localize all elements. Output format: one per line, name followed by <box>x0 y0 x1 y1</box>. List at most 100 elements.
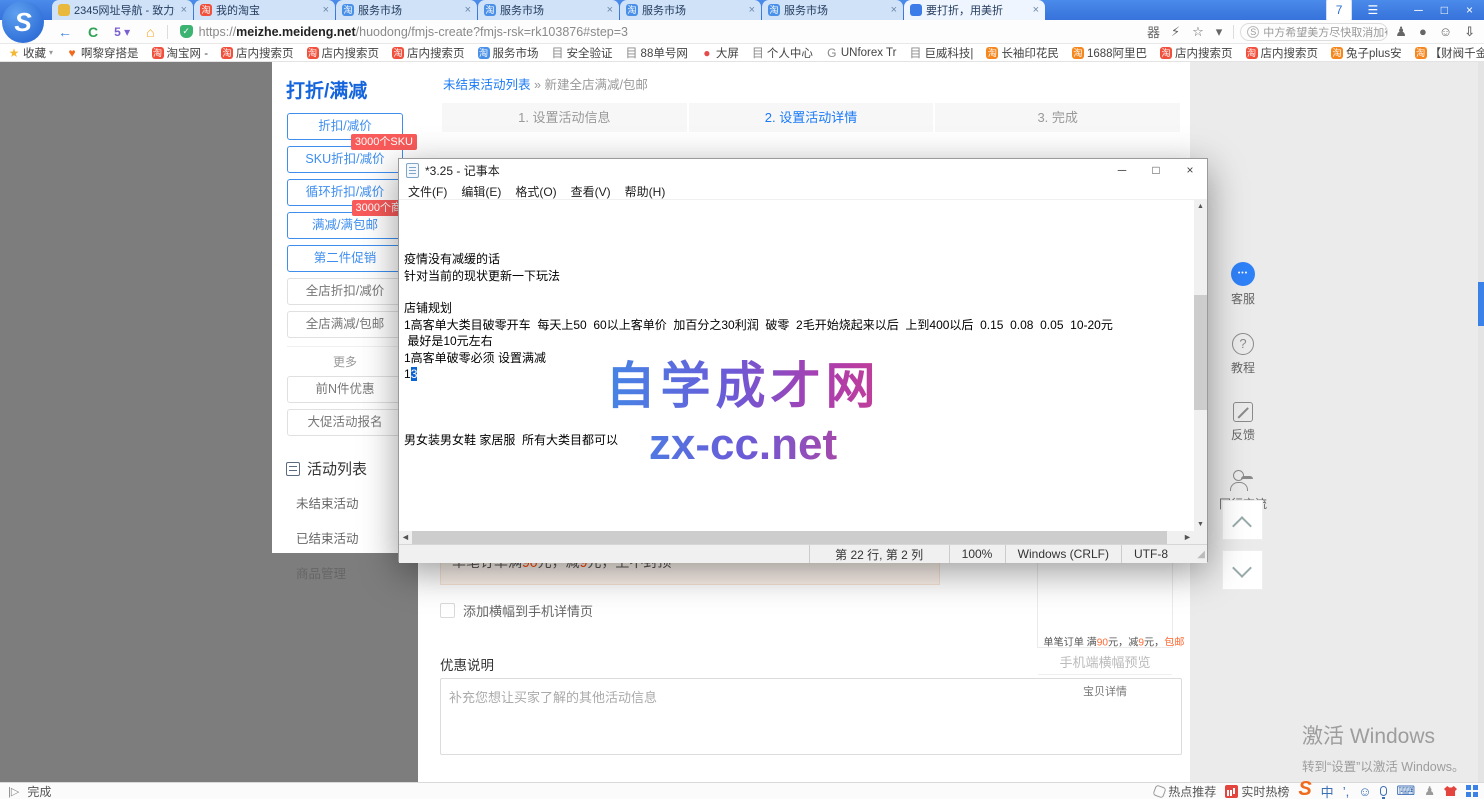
tab-close-icon[interactable]: × <box>179 4 187 16</box>
sidebar-more-link[interactable]: 更多 <box>287 346 403 370</box>
tab-count-badge[interactable]: 7 <box>1326 0 1353 21</box>
bookmark-item[interactable]: GUNforex Tr <box>826 47 897 59</box>
sidebar-button-全店满减/包邮[interactable]: 全店满减/包邮 <box>287 311 403 338</box>
notepad-maximize-button[interactable]: □ <box>1139 159 1173 181</box>
bookmark-item[interactable]: 淘店内搜索页 <box>1160 45 1233 61</box>
feedback-smiley-icon[interactable]: ☺ <box>1434 24 1457 39</box>
undo-icon[interactable]: 5 ▾ <box>106 25 138 39</box>
notepad-horizontal-scrollbar[interactable]: ◄ ► <box>399 531 1207 544</box>
hscroll-thumb[interactable] <box>412 531 1167 544</box>
notepad-titlebar[interactable]: *3.25 - 记事本 ─ □ × <box>399 159 1207 181</box>
scroll-up-button[interactable] <box>1222 500 1263 540</box>
breadcrumb-link[interactable]: 未结束活动列表 <box>443 78 531 92</box>
notepad-menu-编辑(E)[interactable]: 编辑(E) <box>454 181 508 199</box>
bookmark-item[interactable]: ★收藏▾ <box>8 45 53 61</box>
tab-close-icon[interactable]: × <box>889 4 897 16</box>
browser-tab[interactable]: 淘服务市场× <box>762 0 903 20</box>
scrollbar-thumb[interactable] <box>1478 282 1484 326</box>
browser-tab[interactable]: 2345网址导航 - 致力于× <box>52 0 193 20</box>
browser-logo-icon[interactable]: S <box>2 1 44 43</box>
tab-close-icon[interactable]: × <box>321 4 329 16</box>
bookmark-item[interactable]: 目安全验证 <box>552 45 613 61</box>
tab-close-icon[interactable]: × <box>605 4 613 16</box>
accelerator-icon[interactable]: ⚡ <box>1166 24 1185 40</box>
security-shield-icon[interactable]: ✓ <box>180 25 193 38</box>
close-button[interactable]: × <box>1457 0 1482 20</box>
download-icon[interactable]: ⇩ <box>1459 24 1480 40</box>
resize-grip-icon[interactable]: ◢ <box>1191 549 1207 560</box>
bookmark-item[interactable]: 淘兔子plus安 <box>1331 45 1402 61</box>
bookmark-item[interactable]: 淘长袖印花民 <box>986 45 1059 61</box>
tab-close-icon[interactable]: × <box>1031 4 1039 16</box>
refresh-icon[interactable]: C <box>80 24 106 40</box>
search-input[interactable]: S 中方希望美方尽快取消加征关 <box>1240 23 1388 41</box>
browser-tab[interactable]: 要打折，用美折× <box>904 0 1045 20</box>
ime-punctuation-icon[interactable]: ’, <box>1343 784 1350 799</box>
ime-emoji-icon[interactable]: ☺ <box>1358 784 1371 799</box>
scroll-left-arrow-icon[interactable]: ◄ <box>399 531 412 544</box>
browser-tab[interactable]: 淘服务市场× <box>478 0 619 20</box>
browser-menu-icon[interactable]: ☰ <box>1358 0 1387 20</box>
bookmark-item[interactable]: 淘店内搜索页 <box>307 45 380 61</box>
add-banner-checkbox[interactable] <box>440 603 455 618</box>
dropdown-caret-icon[interactable]: ▾ <box>1211 24 1228 40</box>
bookmark-item[interactable]: 淘店内搜索页 <box>392 45 465 61</box>
bookmark-item[interactable]: ♥啊黎穿搭是 <box>66 45 139 61</box>
notepad-vertical-scrollbar[interactable]: ▲ ▼ <box>1194 200 1207 531</box>
bookmark-item[interactable]: 淘1688阿里巴 <box>1072 45 1147 61</box>
sidebar-button-全店折扣/减价[interactable]: 全店折扣/减价 <box>287 278 403 305</box>
bookmark-item[interactable]: 淘店内搜索页 <box>1246 45 1319 61</box>
ime-account-icon[interactable]: ♟ <box>1424 784 1435 798</box>
sidebar-button-大促活动报名[interactable]: 大促活动报名 <box>287 409 403 436</box>
notepad-menu-帮助(H)[interactable]: 帮助(H) <box>618 181 673 199</box>
account-icon[interactable]: ♟ <box>1390 24 1412 40</box>
ime-microphone-icon[interactable] <box>1380 786 1387 796</box>
bookmark-item[interactable]: 目个人中心 <box>752 45 813 61</box>
vscroll-thumb[interactable] <box>1194 295 1207 410</box>
sidebar-button-SKU折扣/减价[interactable]: SKU折扣/减价 <box>287 146 403 173</box>
toolbar-item-反馈[interactable]: 反馈 <box>1216 402 1270 443</box>
toolbar-item-客服[interactable]: 客服 <box>1216 262 1270 307</box>
minimize-button[interactable]: ─ <box>1405 0 1432 20</box>
qr-apps-icon[interactable]: 器 <box>1142 22 1164 41</box>
page-scrollbar[interactable] <box>1478 62 1484 782</box>
ime-chinese-mode-icon[interactable]: 中 <box>1321 782 1334 799</box>
bookmark-item[interactable]: 淘【财阀千金 <box>1415 45 1484 61</box>
bookmark-item[interactable]: 淘店内搜索页 <box>221 45 294 61</box>
sidebar-button-满减/满包邮[interactable]: 满减/满包邮 <box>287 212 403 239</box>
bookmark-item[interactable]: 淘服务市场 <box>478 45 539 61</box>
browser-tab[interactable]: 淘服务市场× <box>620 0 761 20</box>
ime-toolbox-icon[interactable] <box>1466 785 1478 797</box>
notepad-menu-文件(F)[interactable]: 文件(F) <box>401 181 454 199</box>
sidebar-button-第二件促销[interactable]: 第二件促销 <box>287 245 403 272</box>
favorite-star-icon[interactable]: ☆ <box>1187 24 1209 40</box>
bookmark-item[interactable]: 淘淘宝网 - <box>152 45 209 61</box>
ime-skin-icon[interactable] <box>1444 786 1457 796</box>
trending-item[interactable]: 实时热榜 <box>1225 783 1289 799</box>
toolbar-item-教程[interactable]: ?教程 <box>1216 333 1270 376</box>
scroll-up-arrow-icon[interactable]: ▲ <box>1194 200 1207 213</box>
tab-close-icon[interactable]: × <box>463 4 471 16</box>
home-icon[interactable]: ⌂ <box>138 24 162 40</box>
tab-close-icon[interactable]: × <box>747 4 755 16</box>
maximize-button[interactable]: □ <box>1432 0 1457 20</box>
ime-keyboard-icon[interactable]: ⌨ <box>1396 783 1415 799</box>
hot-recommend-item[interactable]: 热点推荐 <box>1154 783 1216 799</box>
browser-tab[interactable]: 淘我的淘宝× <box>194 0 335 20</box>
bookmark-item[interactable]: 目88单号网 <box>626 45 688 61</box>
game-center-icon[interactable]: ● <box>1414 24 1432 39</box>
scroll-down-arrow-icon[interactable]: ▼ <box>1194 518 1207 531</box>
notepad-close-button[interactable]: × <box>1173 159 1207 181</box>
bookmark-item[interactable]: ●大屏 <box>701 45 739 61</box>
notepad-menu-格式(O)[interactable]: 格式(O) <box>508 181 563 199</box>
notepad-minimize-button[interactable]: ─ <box>1105 159 1139 181</box>
sogou-logo-icon[interactable]: S <box>1298 778 1311 799</box>
scroll-right-arrow-icon[interactable]: ► <box>1181 531 1194 544</box>
bookmark-item[interactable]: 目巨威科技| <box>909 45 973 61</box>
notepad-menu-查看(V)[interactable]: 查看(V) <box>564 181 618 199</box>
address-bar[interactable]: https://meizhe.meideng.net/huodong/fmjs-… <box>199 25 1142 39</box>
sidebar-button-前N件优惠[interactable]: 前N件优惠 <box>287 376 403 403</box>
back-icon[interactable]: ← <box>50 24 80 40</box>
browser-tab[interactable]: 淘服务市场× <box>336 0 477 20</box>
scroll-down-button[interactable] <box>1222 550 1263 590</box>
